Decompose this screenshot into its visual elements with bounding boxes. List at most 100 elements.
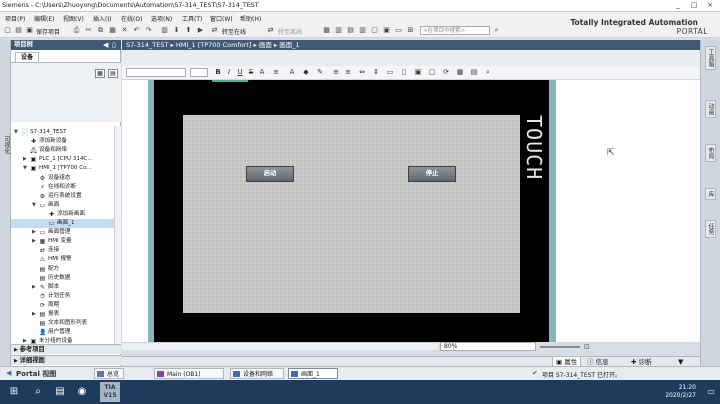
tree-item[interactable]: ⚠ HMI 报警 — [11, 255, 115, 264]
tia-portal-icon[interactable]: TIA V15 — [100, 382, 120, 402]
minimize-button[interactable]: _ — [672, 1, 684, 10]
pin-panel-icon[interactable]: ▯ — [112, 41, 116, 49]
distribute-v-icon[interactable]: ⇕ — [372, 68, 380, 77]
stop-button[interactable]: 停止 — [408, 166, 456, 182]
tree-item[interactable]: 🖧 设备和网络 — [11, 146, 115, 155]
tree-item[interactable]: ⚙ 设备组态 — [11, 174, 115, 183]
fill-color-icon[interactable]: ◆ — [302, 68, 310, 77]
tab-animation[interactable]: 动画 — [705, 100, 716, 118]
download-icon[interactable]: ⬇ — [172, 26, 181, 35]
reference-projects-accordion[interactable]: ▶ 参考项目 — [11, 344, 121, 354]
tree-item[interactable]: ⇄ 连接 — [11, 246, 115, 255]
tree-item[interactable]: ▶ ▤ 报表 — [11, 310, 115, 319]
rotate-icon[interactable]: ⟳ — [442, 68, 450, 77]
grid-icon[interactable]: ▦ — [456, 68, 464, 77]
hmi-screen[interactable]: 启动 停止 — [183, 115, 520, 313]
tree-scrollbar[interactable] — [114, 126, 121, 354]
split-icon[interactable]: ▭ — [394, 26, 403, 35]
save-project-button[interactable]: 保存项目 — [36, 27, 60, 36]
same-height-icon[interactable]: ▯ — [400, 68, 408, 77]
tree-item[interactable]: ⚡ 在线和诊断 — [11, 183, 115, 192]
font-select[interactable] — [126, 68, 186, 77]
zoom-icon[interactable]: ⌕ — [484, 68, 492, 77]
font-size-select[interactable] — [190, 68, 208, 77]
align-icon[interactable]: ≡ — [272, 68, 280, 77]
tree-item[interactable]: 👤 用户管理 — [11, 328, 115, 337]
go-online-icon[interactable]: ⇄ — [210, 26, 219, 35]
details-view-accordion[interactable]: ▶ 详细视图 — [11, 355, 121, 365]
font-size-up-icon[interactable]: A — [258, 68, 266, 77]
accessible-devices-icon[interactable]: ▦ — [322, 26, 331, 35]
expand-icon[interactable]: ⊞ — [406, 26, 415, 35]
close-button[interactable]: × — [704, 1, 716, 10]
copy-icon[interactable]: ⧉ — [96, 26, 105, 35]
menu-project[interactable]: 项目(P) — [5, 14, 25, 23]
expanded-arrow-icon[interactable]: ▼ — [14, 128, 20, 137]
tab-toolbox[interactable]: 工具箱 — [705, 46, 716, 70]
task-screen-1[interactable]: 画面_1 — [288, 368, 338, 379]
tree-item[interactable]: ▤ 历史数据 — [11, 274, 115, 283]
tree-item[interactable]: ▶ ▭ 画面管理 — [11, 228, 115, 237]
undo-icon[interactable]: ↶ — [132, 26, 141, 35]
zoom-slider[interactable] — [540, 346, 580, 348]
go-offline-button[interactable]: 转至离线 — [278, 27, 302, 36]
tab-devices[interactable]: 设备 — [15, 52, 39, 62]
collapsed-arrow-icon[interactable]: ▶ — [23, 155, 29, 164]
split-vertical-icon[interactable]: ▥ — [358, 26, 367, 35]
align-left-icon[interactable]: ≡ — [332, 68, 340, 77]
canvas-horizontal-scrollbar[interactable] — [122, 342, 438, 350]
open-project-icon[interactable]: ▤ — [14, 26, 23, 35]
menu-options[interactable]: 选项(N) — [151, 14, 172, 23]
zoom-select[interactable]: 80% — [440, 342, 536, 351]
redo-icon[interactable]: ↷ — [144, 26, 153, 35]
distribute-h-icon[interactable]: ⇔ — [358, 68, 366, 77]
collapsed-arrow-icon[interactable]: ▶ — [32, 237, 38, 246]
underline-icon[interactable]: U — [236, 68, 244, 77]
search-taskbar-icon[interactable]: ⌕ — [28, 383, 48, 401]
fit-view-icon[interactable]: ⊡ — [584, 343, 590, 351]
tree-options-icon[interactable]: ▤ — [108, 69, 118, 78]
tree-item[interactable]: ▼ 📄 S7-314_TEST — [11, 128, 115, 137]
collapsed-arrow-icon[interactable]: ▶ — [32, 310, 38, 319]
tree-item[interactable]: ✚ 添加新画面 — [11, 210, 115, 219]
cross-reference-icon[interactable]: ▥ — [334, 26, 343, 35]
menu-insert[interactable]: 插入(I) — [93, 14, 111, 23]
search-icon[interactable]: ⌕ — [492, 26, 501, 35]
bring-front-icon[interactable]: ▣ — [414, 68, 422, 77]
expanded-arrow-icon[interactable]: ▼ — [23, 164, 29, 173]
portal-view-button[interactable]: Portal 视图 — [16, 369, 56, 379]
send-back-icon[interactable]: ▢ — [428, 68, 436, 77]
menu-online[interactable]: 在线(O) — [121, 14, 142, 23]
tab-library[interactable]: 库 — [705, 188, 716, 200]
tab-layout[interactable]: 布局 — [705, 144, 716, 162]
menu-view[interactable]: 视图(V) — [63, 14, 84, 23]
delete-icon[interactable]: ✕ — [120, 26, 129, 35]
menu-help[interactable]: 帮助(H) — [240, 14, 261, 23]
bold-icon[interactable]: B — [214, 68, 222, 77]
cut-icon[interactable]: ✂ — [84, 26, 93, 35]
italic-icon[interactable]: I — [225, 68, 233, 77]
tree-item[interactable]: ▼ ▭ 画面 — [11, 201, 115, 210]
camera-icon[interactable]: ◉ — [72, 383, 92, 401]
notification-icon[interactable]: ▭ — [704, 383, 718, 401]
visualization-side-tab[interactable]: 可视化 — [2, 136, 11, 154]
task-main-ob1[interactable]: Main (OB1) — [154, 368, 224, 379]
tree-view-toggle-icon[interactable]: ▦ — [95, 69, 105, 78]
overview-button[interactable]: 总览 — [94, 368, 125, 379]
monitor-icon[interactable]: ▣ — [382, 26, 391, 35]
paste-icon[interactable]: ▦ — [108, 26, 117, 35]
same-width-icon[interactable]: ▭ — [386, 68, 394, 77]
maximize-button[interactable]: □ — [688, 1, 700, 10]
compile-icon[interactable]: ▥ — [160, 26, 169, 35]
font-color-icon[interactable]: A — [288, 68, 296, 77]
upload-icon[interactable]: ⬆ — [184, 26, 193, 35]
simulate-icon[interactable]: ▶ — [196, 26, 205, 35]
new-project-icon[interactable]: ▢ — [3, 26, 12, 35]
align-center-icon[interactable]: ≡ — [344, 68, 352, 77]
line-color-icon[interactable]: ✎ — [316, 68, 324, 77]
tree-item[interactable]: ▶ ▣ PLC_1 [CPU 314C... — [11, 155, 115, 164]
task-devices-networks[interactable]: 设备和网络 — [230, 368, 284, 379]
go-online-button[interactable]: 转至在线 — [222, 27, 246, 36]
tree-item[interactable]: ▼ ▣ HMI_1 [TP700 Co... — [11, 164, 115, 173]
project-search-input[interactable]: <在项目中搜索> — [420, 26, 490, 35]
